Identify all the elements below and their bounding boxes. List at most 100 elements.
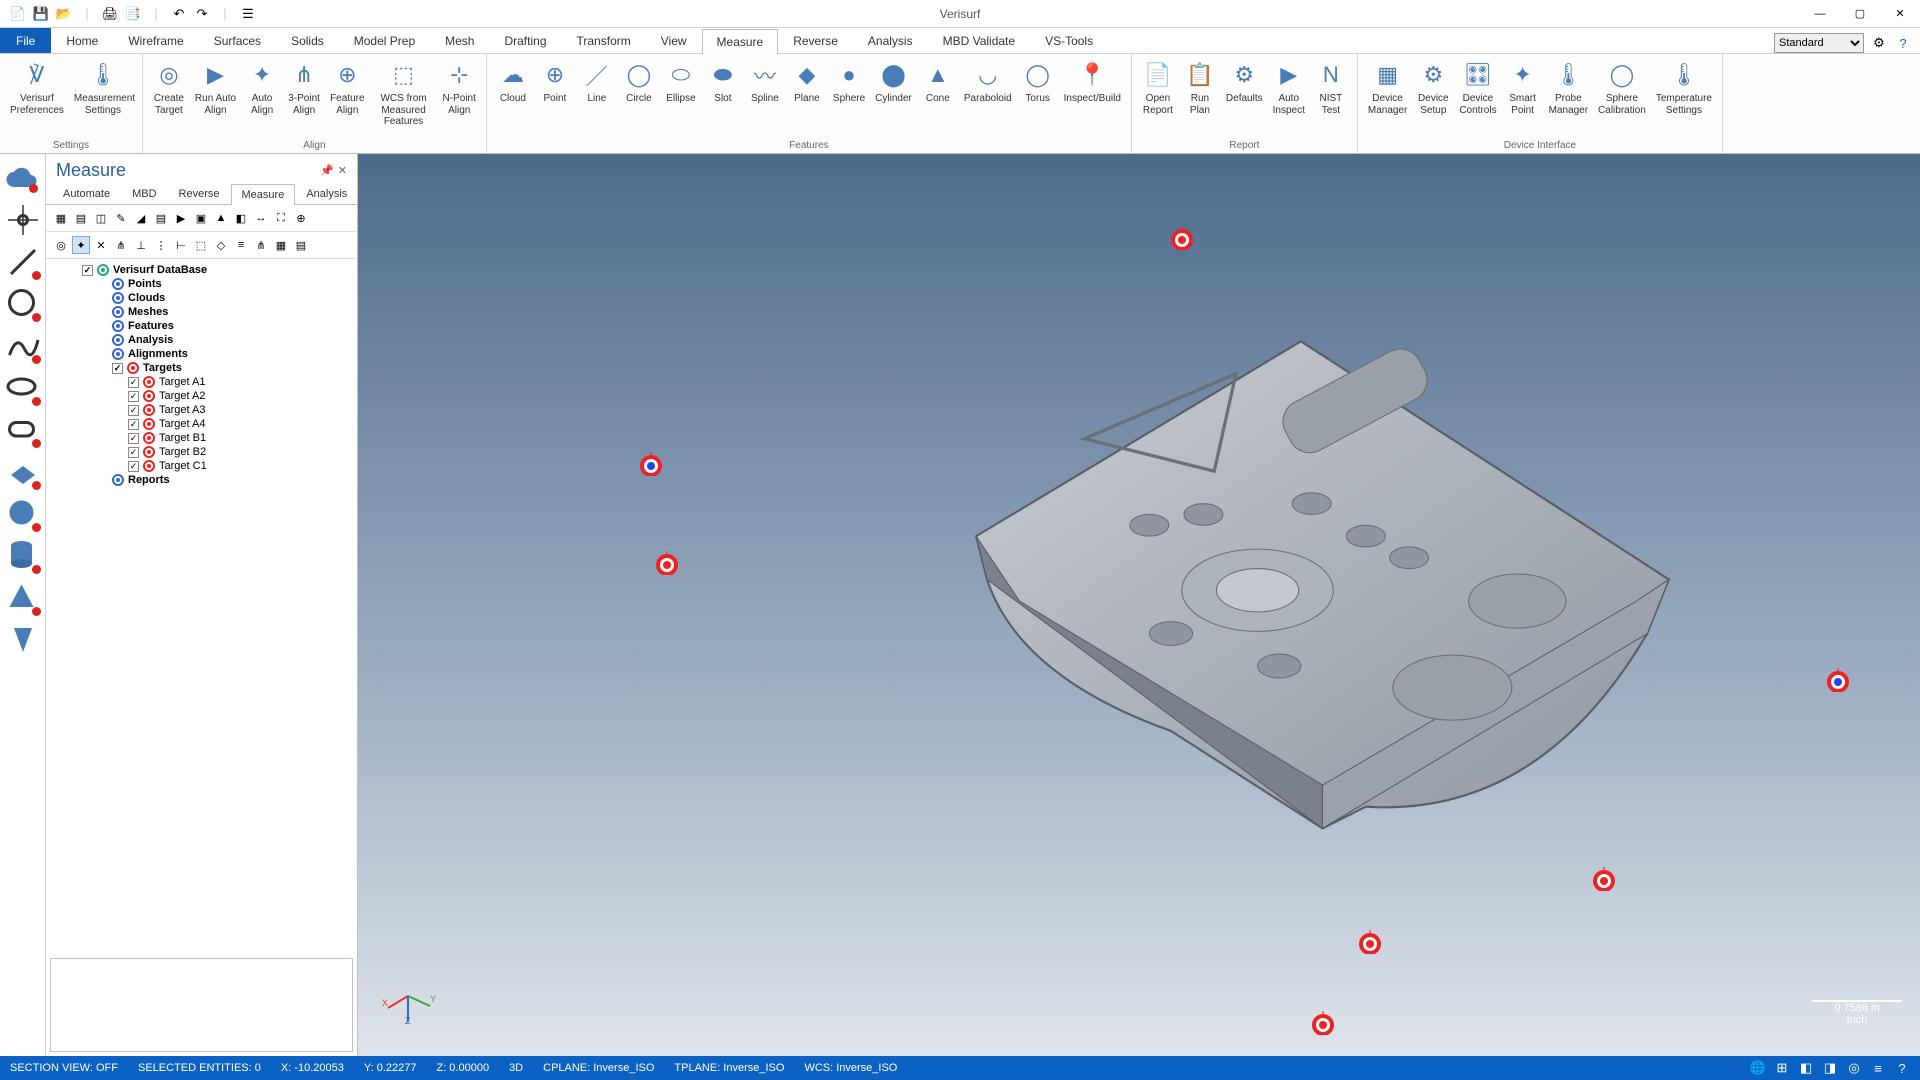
tree-checkbox[interactable]: ✓: [128, 461, 139, 472]
tree-node-features[interactable]: Features: [52, 319, 351, 333]
tree-node-clouds[interactable]: Clouds: [52, 291, 351, 305]
tb-icon[interactable]: ▦: [52, 209, 70, 227]
tb-icon[interactable]: ✦: [72, 236, 90, 254]
tb-icon[interactable]: ≡: [232, 236, 250, 254]
tree-checkbox[interactable]: ✓: [128, 433, 139, 444]
tb-icon[interactable]: ▲: [212, 209, 230, 227]
run-plan-button[interactable]: 📋RunPlan: [1180, 56, 1220, 119]
close-panel-icon[interactable]: ✕: [338, 164, 347, 177]
maximize-button[interactable]: ▢: [1840, 2, 1880, 26]
menu-tab-reverse[interactable]: Reverse: [778, 28, 853, 53]
plane-tool-icon[interactable]: [5, 454, 41, 490]
status-tplane[interactable]: TPLANE: Inverse_ISO: [674, 1062, 784, 1074]
tree-checkbox[interactable]: ✓: [128, 419, 139, 430]
sphere-tool-icon[interactable]: [5, 496, 41, 532]
sphere-button[interactable]: ●Sphere: [829, 56, 869, 108]
create-target-button[interactable]: ◎CreateTarget: [149, 56, 189, 119]
tb-icon[interactable]: ⛶: [272, 209, 290, 227]
status-menu-icon[interactable]: ≡: [1870, 1060, 1886, 1076]
menu-tab-analysis[interactable]: Analysis: [853, 28, 928, 53]
status-section[interactable]: SECTION VIEW: OFF: [10, 1062, 118, 1074]
tree-checkbox[interactable]: ✓: [112, 363, 123, 374]
new-icon[interactable]: 📄: [8, 4, 28, 24]
torus-button[interactable]: ◯Torus: [1018, 56, 1058, 108]
tb-icon[interactable]: ◎: [52, 236, 70, 254]
status-globe-icon[interactable]: 🌐: [1750, 1060, 1766, 1076]
tb-icon[interactable]: ▦: [272, 236, 290, 254]
target-marker[interactable]: [1311, 1011, 1335, 1035]
target-marker[interactable]: [1592, 867, 1616, 891]
defaults-button[interactable]: ⚙Defaults: [1222, 56, 1267, 108]
measurement-settings-button[interactable]: 🌡MeasurementSettings: [70, 56, 136, 119]
nist-test-button[interactable]: NNISTTest: [1311, 56, 1351, 119]
sphere-calibration-button[interactable]: ◯SphereCalibration: [1594, 56, 1650, 119]
slot-tool-icon[interactable]: [5, 412, 41, 448]
status-target-icon[interactable]: ◎: [1846, 1060, 1862, 1076]
tb-icon[interactable]: ✕: [92, 236, 110, 254]
tb-icon[interactable]: ⋔: [112, 236, 130, 254]
target-marker[interactable]: [655, 551, 679, 575]
file-tab[interactable]: File: [0, 28, 51, 53]
tree-node-targets[interactable]: ✓Targets: [52, 361, 351, 375]
verisurf-preferences-button[interactable]: ℣VerisurfPreferences: [6, 56, 68, 119]
tb-icon[interactable]: ▤: [292, 236, 310, 254]
status-help-icon[interactable]: ?: [1894, 1060, 1910, 1076]
slot-button[interactable]: ⬬Slot: [703, 56, 743, 108]
run-auto-align-button[interactable]: ▶Run AutoAlign: [191, 56, 240, 119]
tb-icon[interactable]: ▶: [172, 209, 190, 227]
tree-checkbox[interactable]: ✓: [128, 447, 139, 458]
tb-icon[interactable]: ⊥: [132, 236, 150, 254]
3point-align-button[interactable]: ⋔3-PointAlign: [284, 56, 324, 119]
tree-node-alignments[interactable]: Alignments: [52, 347, 351, 361]
tree-node-verisurf-database[interactable]: ✓Verisurf DataBase: [52, 263, 351, 277]
circle-button[interactable]: ◯Circle: [619, 56, 659, 108]
tb-icon[interactable]: ▤: [152, 209, 170, 227]
cloud-tool-icon[interactable]: [5, 160, 41, 196]
menu-tab-mbd-validate[interactable]: MBD Validate: [928, 28, 1030, 53]
tree-node-target-c1[interactable]: ✓Target C1: [52, 459, 351, 473]
tree-node-points[interactable]: Points: [52, 277, 351, 291]
tb-icon[interactable]: ⋔: [252, 236, 270, 254]
tree-node-target-a3[interactable]: ✓Target A3: [52, 403, 351, 417]
status-grid-icon[interactable]: ⊞: [1774, 1060, 1790, 1076]
tb-icon[interactable]: ◢: [132, 209, 150, 227]
probe-manager-button[interactable]: 🌡ProbeManager: [1545, 56, 1592, 119]
open-report-button[interactable]: 📄OpenReport: [1138, 56, 1178, 119]
menu-tab-vs-tools[interactable]: VS-Tools: [1030, 28, 1108, 53]
auto-inspect-button[interactable]: ▶AutoInspect: [1269, 56, 1309, 119]
menu-tab-transform[interactable]: Transform: [562, 28, 646, 53]
tb-icon[interactable]: ◧: [232, 209, 250, 227]
plane-button[interactable]: ◆Plane: [787, 56, 827, 108]
tree-node-target-b2[interactable]: ✓Target B2: [52, 445, 351, 459]
status-view2-icon[interactable]: ◨: [1822, 1060, 1838, 1076]
cone-tool-icon[interactable]: [5, 580, 41, 616]
close-button[interactable]: ✕: [1880, 2, 1920, 26]
tb-icon[interactable]: ↔: [252, 209, 270, 227]
status-view[interactable]: 3D: [509, 1062, 523, 1074]
auto-align-button[interactable]: ✦AutoAlign: [242, 56, 282, 119]
units-select[interactable]: Standard: [1774, 33, 1864, 53]
status-cplane[interactable]: CPLANE: Inverse_ISO: [543, 1062, 654, 1074]
npoint-align-button[interactable]: ⊹N-PointAlign: [439, 56, 480, 119]
tree-node-target-a1[interactable]: ✓Target A1: [52, 375, 351, 389]
tree-node-meshes[interactable]: Meshes: [52, 305, 351, 319]
paraboloid-button[interactable]: ◡Paraboloid: [960, 56, 1016, 108]
status-view1-icon[interactable]: ◧: [1798, 1060, 1814, 1076]
panel-tab-mbd[interactable]: MBD: [121, 183, 167, 204]
cloud-button[interactable]: ☁Cloud: [493, 56, 533, 108]
pin-icon[interactable]: 📌: [320, 164, 334, 177]
menu-tab-view[interactable]: View: [646, 28, 702, 53]
tree-node-reports[interactable]: Reports: [52, 473, 351, 487]
status-wcs[interactable]: WCS: Inverse_ISO: [804, 1062, 897, 1074]
tb-icon[interactable]: ▤: [72, 209, 90, 227]
probe-down-icon[interactable]: [5, 622, 41, 658]
print-icon[interactable]: 🖨: [100, 4, 120, 24]
undo-icon[interactable]: ↶: [169, 4, 189, 24]
tb-icon[interactable]: ◇: [212, 236, 230, 254]
device-setup-button[interactable]: ⚙DeviceSetup: [1413, 56, 1453, 119]
viewport-3d[interactable]: X Y Z 0.7586 in Inch: [358, 154, 1920, 1056]
menu-tab-measure[interactable]: Measure: [702, 29, 779, 54]
target-marker[interactable]: [1358, 930, 1382, 954]
target-marker[interactable]: [1826, 668, 1850, 692]
list-icon[interactable]: ☰: [238, 4, 258, 24]
